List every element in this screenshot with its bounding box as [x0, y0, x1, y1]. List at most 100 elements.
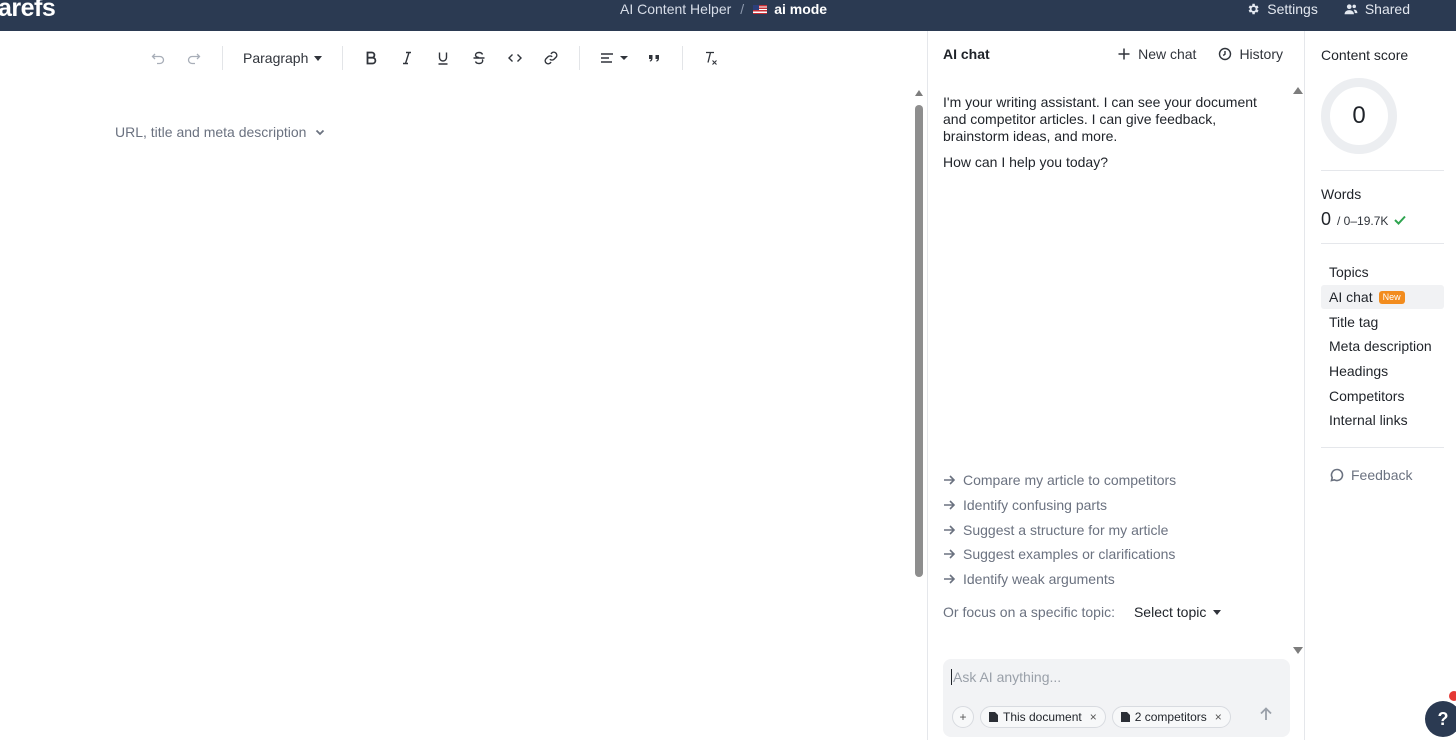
arrow-right-icon: [944, 574, 955, 584]
blockquote-button[interactable]: [636, 43, 672, 73]
arrow-right-icon: [944, 549, 955, 559]
shared-button[interactable]: Shared: [1344, 1, 1410, 17]
ahrefs-logo[interactable]: arefs: [0, 0, 56, 23]
new-chat-label: New chat: [1138, 46, 1197, 62]
suggestion-label: Identify confusing parts: [963, 497, 1107, 514]
caret-down-icon: [619, 56, 628, 60]
breadcrumb-document-name[interactable]: ai mode: [774, 1, 827, 17]
toolbar-divider: [342, 46, 344, 70]
sidebar-item-meta-description[interactable]: Meta description: [1321, 334, 1444, 359]
sidebar-item-label: AI chat: [1329, 289, 1373, 306]
redo-icon: [187, 53, 201, 65]
align-dropdown[interactable]: [590, 43, 636, 73]
chat-scroll-down-arrow-icon[interactable]: [1293, 647, 1303, 654]
strikethrough-button[interactable]: [461, 43, 497, 73]
divider: [1321, 243, 1444, 244]
sidebar-item-label: Internal links: [1329, 412, 1408, 429]
meta-toggle-label: URL, title and meta description: [115, 124, 307, 140]
words-stat: 0 / 0–19.7K: [1321, 209, 1407, 230]
scroll-up-arrow-icon[interactable]: [915, 90, 923, 96]
divider: [1321, 447, 1444, 448]
arrow-up-icon: [1260, 707, 1272, 720]
code-button[interactable]: [497, 43, 533, 73]
document-icon: [989, 712, 998, 722]
suggestion-label: Suggest a structure for my article: [963, 521, 1169, 538]
sidebar-item-headings[interactable]: Headings: [1321, 359, 1444, 384]
sidebar-item-title-tag[interactable]: Title tag: [1321, 309, 1444, 334]
suggestion-item[interactable]: Suggest a structure for my article: [943, 517, 1283, 542]
suggestion-item[interactable]: Identify weak arguments: [943, 567, 1283, 592]
speech-bubble-icon: [1330, 468, 1344, 482]
context-chips: + This document × 2 competitors ×: [952, 706, 1231, 728]
gear-icon: [1248, 3, 1259, 15]
new-badge: New: [1378, 290, 1405, 304]
block-format-label: Paragraph: [243, 50, 309, 66]
content-score-ring: 0: [1321, 78, 1397, 154]
history-button[interactable]: History: [1218, 46, 1283, 62]
toolbar-divider: [222, 46, 223, 70]
suggestion-item[interactable]: Compare my article to competitors: [943, 468, 1283, 493]
users-icon: [1344, 4, 1358, 15]
meta-description-toggle[interactable]: URL, title and meta description: [115, 124, 326, 140]
top-bar: arefs AI Content Helper / ai mode Settin…: [0, 0, 1456, 31]
code-icon: [508, 54, 523, 62]
select-topic-label: Select topic: [1133, 604, 1207, 620]
settings-button[interactable]: Settings: [1246, 1, 1318, 17]
assistant-message: How can I help you today?: [943, 154, 1108, 170]
scrollbar-thumb[interactable]: [915, 105, 923, 577]
underline-icon: [438, 52, 448, 65]
suggestion-item[interactable]: Identify confusing parts: [943, 493, 1283, 518]
clear-formatting-button[interactable]: [693, 43, 729, 73]
italic-button[interactable]: [389, 43, 425, 73]
chat-scroll-up-arrow-icon[interactable]: [1293, 87, 1303, 94]
words-count: 0: [1321, 209, 1332, 229]
sidebar-item-label: Meta description: [1329, 338, 1432, 355]
ask-ai-input[interactable]: [951, 669, 1271, 685]
link-icon: [544, 51, 558, 65]
editor-scrollbar[interactable]: [912, 88, 926, 580]
add-context-button[interactable]: +: [952, 706, 974, 728]
close-icon[interactable]: ×: [1090, 710, 1097, 724]
feedback-label: Feedback: [1351, 467, 1413, 483]
context-chip-competitors[interactable]: 2 competitors ×: [1111, 706, 1231, 728]
help-button[interactable]: ?: [1425, 701, 1456, 737]
breadcrumb-app-name[interactable]: AI Content Helper: [620, 1, 731, 17]
undo-button[interactable]: [140, 43, 176, 73]
feedback-button[interactable]: Feedback: [1330, 467, 1412, 483]
suggestion-label: Identify weak arguments: [963, 571, 1115, 588]
sidebar-item-label: Competitors: [1329, 387, 1405, 404]
words-range: / 0–19.7K: [1337, 214, 1389, 228]
close-icon[interactable]: ×: [1215, 710, 1222, 724]
caret-down-icon: [314, 55, 323, 61]
select-topic-dropdown[interactable]: Select topic: [1133, 604, 1222, 620]
suggestion-item[interactable]: Suggest examples or clarifications: [943, 542, 1283, 567]
sidebar-item-competitors[interactable]: Competitors: [1321, 383, 1444, 408]
sidebar-item-ai-chat[interactable]: AI chat New: [1321, 284, 1444, 310]
sidebar-item-label: Headings: [1329, 363, 1389, 380]
new-chat-button[interactable]: New chat: [1117, 46, 1196, 62]
context-chip-document[interactable]: This document ×: [980, 706, 1106, 728]
toolbar-divider: [682, 46, 684, 70]
block-format-dropdown[interactable]: Paragraph: [233, 43, 332, 73]
words-label: Words: [1321, 186, 1362, 202]
send-button[interactable]: [1259, 707, 1275, 723]
settings-label: Settings: [1267, 1, 1318, 17]
ai-chat-panel: AI chat New chat History I'm your writin…: [927, 31, 1305, 740]
sidebar-item-label: Title tag: [1329, 313, 1379, 330]
focus-topic-row: Or focus on a specific topic: Select top…: [943, 604, 1222, 620]
shared-label: Shared: [1364, 1, 1410, 17]
context-chip-label: This document: [1003, 710, 1082, 724]
sidebar-item-topics[interactable]: Topics: [1321, 260, 1444, 285]
check-icon: [1394, 215, 1407, 225]
sidebar-item-internal-links[interactable]: Internal links: [1321, 408, 1444, 433]
italic-icon: [403, 51, 412, 65]
bold-button[interactable]: [353, 43, 389, 73]
document-icon: [1120, 712, 1130, 722]
right-sidebar: Content score 0 Words 0 / 0–19.7K Topics…: [1306, 31, 1456, 740]
redo-button[interactable]: [176, 43, 212, 73]
underline-button[interactable]: [425, 43, 461, 73]
undo-icon: [151, 53, 165, 65]
link-button[interactable]: [533, 43, 569, 73]
sidebar-nav: Topics AI chat New Title tag Meta descri…: [1321, 260, 1444, 433]
sidebar-item-label: Topics: [1329, 264, 1369, 281]
